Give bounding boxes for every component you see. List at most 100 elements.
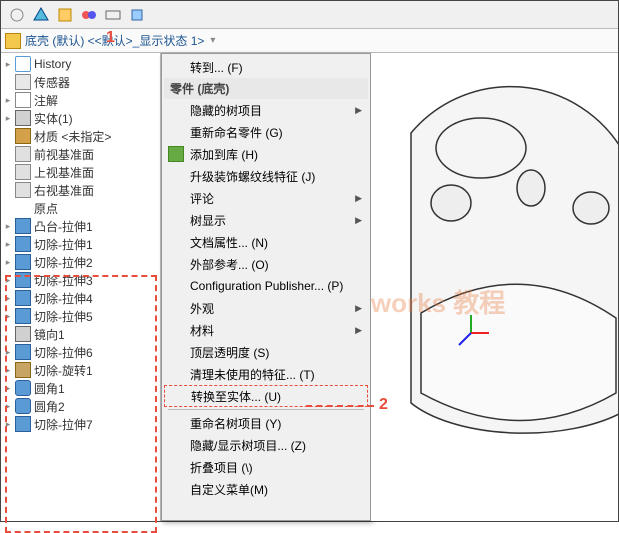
menu-item[interactable]: 顶层透明度 (S) [164,341,368,363]
tree-item-label: 切除-拉伸5 [34,308,93,325]
tree-item[interactable]: ▸切除-旋转1 [1,361,160,379]
menu-item[interactable]: Configuration Publisher... (P) [164,275,368,297]
expand-icon[interactable]: ▸ [3,257,13,267]
tree-item[interactable]: ▸ 切除-拉伸6 [1,343,160,361]
menu-item[interactable]: 转到... (F) [164,56,368,78]
menu-item[interactable]: 隐藏的树项目▶ [164,99,368,121]
part-title: 底壳 (默认) <<默认>_显示状态 1> [25,32,204,49]
tree-item[interactable]: 传感器 [1,73,160,91]
context-menu: 转到... (F)零件 (底壳)隐藏的树项目▶重新命名零件 (G)添加到库 (H… [161,53,371,521]
expand-icon[interactable]: ▸ [3,95,13,105]
menu-item[interactable]: 重新命名零件 (G) [164,121,368,143]
expand-icon[interactable]: ▸ [3,383,13,393]
menu-item[interactable]: 材料▶ [164,319,368,341]
expand-icon[interactable]: ▸ [3,311,13,321]
feature-icon [15,254,31,270]
menu-item-label: Configuration Publisher... (P) [190,279,343,293]
menu-item-label: 转换至实体... (U) [191,388,281,405]
expand-icon[interactable] [3,77,13,87]
expand-icon[interactable]: ▸ [3,113,13,123]
expand-icon[interactable]: ▸ [3,293,13,303]
feature-icon [15,326,31,342]
tree-item[interactable]: 右视基准面 [1,181,160,199]
tool-icon[interactable] [103,5,123,25]
menu-item[interactable]: 重命名树项目 (Y) [164,412,368,434]
expand-icon[interactable] [3,149,13,159]
menu-item[interactable]: 外部参考... (O) [164,253,368,275]
tool-icon[interactable] [79,5,99,25]
dropdown-icon[interactable]: ▾ [210,35,215,46]
tree-item[interactable]: ▸ 实体(1) [1,109,160,127]
feature-icon [15,128,31,144]
tree-item[interactable]: ▸ History [1,55,160,73]
tree-item[interactable]: 镜向1 [1,325,160,343]
tree-item-label: 切除-拉伸6 [34,344,93,361]
tree-item[interactable]: ▸凸台-拉伸1 [1,217,160,235]
tree-item[interactable]: ▸切除-拉伸3 [1,271,160,289]
expand-icon[interactable] [3,131,13,141]
tree-item[interactable]: ▸切除-拉伸1 [1,235,160,253]
menu-item[interactable]: 文档属性... (N) [164,231,368,253]
tree-item[interactable]: ▸圆角1 [1,379,160,397]
expand-icon[interactable]: ▸ [3,401,13,411]
expand-icon[interactable]: ▸ [3,221,13,231]
tool-icon[interactable] [31,5,51,25]
tree-item[interactable]: ▸ 注解 [1,91,160,109]
expand-icon[interactable] [3,203,13,213]
expand-icon[interactable] [3,185,13,195]
menu-item-label: 重命名树项目 (Y) [190,415,281,432]
feature-icon [15,272,31,288]
menu-item[interactable]: 树显示▶ [164,209,368,231]
tree-item[interactable]: 材质 <未指定> [1,127,160,145]
expand-icon[interactable]: ▸ [3,275,13,285]
feature-icon [15,380,31,396]
top-toolbar [1,1,618,29]
menu-item[interactable]: 评论▶ [164,187,368,209]
tree-item-label: History [34,57,71,71]
tree-item[interactable]: 前视基准面 [1,145,160,163]
menu-item-label: 隐藏的树项目 [190,102,262,119]
menu-item[interactable]: 清理未使用的特征... (T) [164,363,368,385]
graphics-viewport[interactable]: 泥鳅 solidworks 教程 [371,53,618,521]
tree-item[interactable]: ▸ 切除-拉伸5 [1,307,160,325]
menu-item[interactable]: 升级装饰螺纹线特征 (J) [164,165,368,187]
tree-item[interactable]: 原点 [1,199,160,217]
tool-icon[interactable] [55,5,75,25]
feature-icon [15,182,31,198]
tree-item[interactable]: 上视基准面 [1,163,160,181]
feature-icon [15,146,31,162]
expand-icon[interactable]: ▸ [3,365,13,375]
expand-icon[interactable] [3,329,13,339]
feature-icon [15,74,31,90]
feature-tree-header[interactable]: 底壳 (默认) <<默认>_显示状态 1> ▾ [1,29,618,53]
tree-item-label: 上视基准面 [34,164,94,181]
tree-item[interactable]: ▸ 切除-拉伸4 [1,289,160,307]
feature-icon [15,362,31,378]
tree-item[interactable]: ▸切除-拉伸7 [1,415,160,433]
submenu-arrow-icon: ▶ [355,325,362,336]
tree-item-label: 实体(1) [34,110,73,127]
tree-item[interactable]: ▸切除-拉伸2 [1,253,160,271]
feature-icon [15,344,31,360]
tree-item-label: 切除-拉伸4 [34,290,93,307]
expand-icon[interactable] [3,167,13,177]
menu-item[interactable]: 自定义菜单(M) [164,478,368,500]
menu-item[interactable]: 转换至实体... (U) [164,385,368,407]
menu-item[interactable]: 外观▶ [164,297,368,319]
expand-icon[interactable]: ▸ [3,239,13,249]
expand-icon[interactable]: ▸ [3,347,13,357]
tree-item-label: 右视基准面 [34,182,94,199]
expand-icon[interactable]: ▸ [3,419,13,429]
tree-item-label: 注解 [34,92,58,109]
menu-section-header: 零件 (底壳) [164,78,368,99]
menu-item[interactable]: 隐藏/显示树项目... (Z) [164,434,368,456]
menu-item[interactable]: 折叠项目 (\) [164,456,368,478]
menu-item[interactable]: 添加到库 (H) [164,143,368,165]
submenu-arrow-icon: ▶ [355,215,362,226]
tool-icon[interactable] [127,5,147,25]
tool-icon[interactable] [7,5,27,25]
expand-icon[interactable]: ▸ [3,59,13,69]
menu-item-label: 折叠项目 (\) [190,459,253,476]
menu-item-label: 升级装饰螺纹线特征 (J) [190,168,315,185]
tree-item[interactable]: ▸圆角2 [1,397,160,415]
